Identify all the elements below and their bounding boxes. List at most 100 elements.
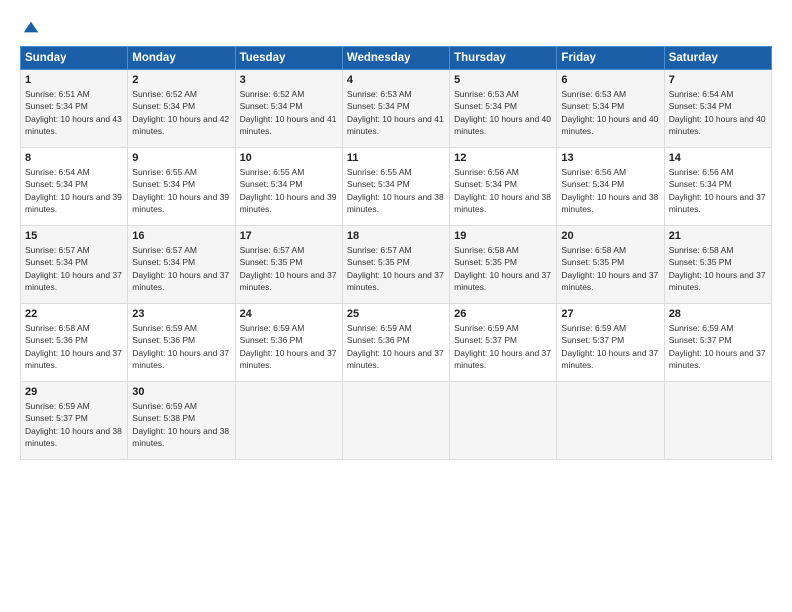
- day-number: 17: [240, 230, 338, 242]
- day-number: 1: [25, 74, 123, 86]
- day-number: 2: [132, 74, 230, 86]
- day-info: Sunrise: 6:59 AMSunset: 5:36 PMDaylight:…: [132, 323, 229, 370]
- calendar-cell: [664, 382, 771, 460]
- calendar-cell: 7 Sunrise: 6:54 AMSunset: 5:34 PMDaylight…: [664, 70, 771, 148]
- day-number: 20: [561, 230, 659, 242]
- day-number: 28: [669, 308, 767, 320]
- day-number: 27: [561, 308, 659, 320]
- day-info: Sunrise: 6:54 AMSunset: 5:34 PMDaylight:…: [25, 167, 122, 214]
- day-info: Sunrise: 6:51 AMSunset: 5:34 PMDaylight:…: [25, 89, 122, 136]
- day-info: Sunrise: 6:59 AMSunset: 5:36 PMDaylight:…: [240, 323, 337, 370]
- day-info: Sunrise: 6:58 AMSunset: 5:35 PMDaylight:…: [454, 245, 551, 292]
- day-number: 6: [561, 74, 659, 86]
- day-info: Sunrise: 6:57 AMSunset: 5:34 PMDaylight:…: [25, 245, 122, 292]
- weekday-header: Sunday: [21, 47, 128, 70]
- day-info: Sunrise: 6:58 AMSunset: 5:36 PMDaylight:…: [25, 323, 122, 370]
- calendar-week-row: 1 Sunrise: 6:51 AMSunset: 5:34 PMDaylight…: [21, 70, 772, 148]
- day-info: Sunrise: 6:58 AMSunset: 5:35 PMDaylight:…: [561, 245, 658, 292]
- calendar-header-row: SundayMondayTuesdayWednesdayThursdayFrid…: [21, 47, 772, 70]
- day-info: Sunrise: 6:52 AMSunset: 5:34 PMDaylight:…: [240, 89, 337, 136]
- calendar-cell: [450, 382, 557, 460]
- calendar-table: SundayMondayTuesdayWednesdayThursdayFrid…: [20, 46, 772, 460]
- weekday-header: Thursday: [450, 47, 557, 70]
- calendar-cell: 6 Sunrise: 6:53 AMSunset: 5:34 PMDaylight…: [557, 70, 664, 148]
- day-info: Sunrise: 6:55 AMSunset: 5:34 PMDaylight:…: [132, 167, 229, 214]
- calendar-cell: 18 Sunrise: 6:57 AMSunset: 5:35 PMDayligh…: [342, 226, 449, 304]
- calendar-cell: 9Sunrise: 6:55 AMSunset: 5:34 PMDaylight…: [128, 148, 235, 226]
- day-info: Sunrise: 6:56 AMSunset: 5:34 PMDaylight:…: [561, 167, 658, 214]
- day-number: 14: [669, 152, 767, 164]
- day-number: 3: [240, 74, 338, 86]
- weekday-header: Saturday: [664, 47, 771, 70]
- calendar-cell: 3 Sunrise: 6:52 AMSunset: 5:34 PMDaylight…: [235, 70, 342, 148]
- day-info: Sunrise: 6:59 AMSunset: 5:37 PMDaylight:…: [25, 401, 122, 448]
- day-info: Sunrise: 6:53 AMSunset: 5:34 PMDaylight:…: [347, 89, 444, 136]
- calendar-cell: 10 Sunrise: 6:55 AMSunset: 5:34 PMDayligh…: [235, 148, 342, 226]
- day-info: Sunrise: 6:56 AMSunset: 5:34 PMDaylight:…: [454, 167, 551, 214]
- day-info: Sunrise: 6:55 AMSunset: 5:34 PMDaylight:…: [240, 167, 337, 214]
- day-number: 12: [454, 152, 552, 164]
- calendar-body: 1 Sunrise: 6:51 AMSunset: 5:34 PMDaylight…: [21, 70, 772, 460]
- day-number: 11: [347, 152, 445, 164]
- day-info: Sunrise: 6:53 AMSunset: 5:34 PMDaylight:…: [561, 89, 658, 136]
- calendar-cell: 24 Sunrise: 6:59 AMSunset: 5:36 PMDayligh…: [235, 304, 342, 382]
- calendar-cell: 2 Sunrise: 6:52 AMSunset: 5:34 PMDaylight…: [128, 70, 235, 148]
- day-number: 18: [347, 230, 445, 242]
- day-number: 7: [669, 74, 767, 86]
- calendar-cell: 13Sunrise: 6:56 AMSunset: 5:34 PMDayligh…: [557, 148, 664, 226]
- day-number: 23: [132, 308, 230, 320]
- day-info: Sunrise: 6:53 AMSunset: 5:34 PMDaylight:…: [454, 89, 551, 136]
- weekday-header: Tuesday: [235, 47, 342, 70]
- day-number: 24: [240, 308, 338, 320]
- weekday-header: Monday: [128, 47, 235, 70]
- calendar-cell: 14Sunrise: 6:56 AMSunset: 5:34 PMDayligh…: [664, 148, 771, 226]
- calendar-cell: 5Sunrise: 6:53 AMSunset: 5:34 PMDaylight…: [450, 70, 557, 148]
- calendar-cell: 1 Sunrise: 6:51 AMSunset: 5:34 PMDaylight…: [21, 70, 128, 148]
- day-number: 26: [454, 308, 552, 320]
- day-info: Sunrise: 6:59 AMSunset: 5:37 PMDaylight:…: [454, 323, 551, 370]
- calendar-cell: 4 Sunrise: 6:53 AMSunset: 5:34 PMDaylight…: [342, 70, 449, 148]
- day-info: Sunrise: 6:59 AMSunset: 5:37 PMDaylight:…: [669, 323, 766, 370]
- day-number: 10: [240, 152, 338, 164]
- day-number: 4: [347, 74, 445, 86]
- day-info: Sunrise: 6:59 AMSunset: 5:37 PMDaylight:…: [561, 323, 658, 370]
- calendar-cell: 26 Sunrise: 6:59 AMSunset: 5:37 PMDayligh…: [450, 304, 557, 382]
- day-number: 8: [25, 152, 123, 164]
- calendar-week-row: 15 Sunrise: 6:57 AMSunset: 5:34 PMDayligh…: [21, 226, 772, 304]
- calendar-cell: [557, 382, 664, 460]
- calendar-week-row: 8 Sunrise: 6:54 AMSunset: 5:34 PMDaylight…: [21, 148, 772, 226]
- day-info: Sunrise: 6:59 AMSunset: 5:38 PMDaylight:…: [132, 401, 229, 448]
- day-number: 15: [25, 230, 123, 242]
- day-info: Sunrise: 6:57 AMSunset: 5:34 PMDaylight:…: [132, 245, 229, 292]
- page-header: [20, 18, 772, 36]
- day-info: Sunrise: 6:54 AMSunset: 5:34 PMDaylight:…: [669, 89, 766, 136]
- day-info: Sunrise: 6:52 AMSunset: 5:34 PMDaylight:…: [132, 89, 229, 136]
- calendar-cell: 22 Sunrise: 6:58 AMSunset: 5:36 PMDayligh…: [21, 304, 128, 382]
- day-number: 19: [454, 230, 552, 242]
- weekday-header: Friday: [557, 47, 664, 70]
- day-info: Sunrise: 6:55 AMSunset: 5:34 PMDaylight:…: [347, 167, 444, 214]
- calendar-cell: 20 Sunrise: 6:58 AMSunset: 5:35 PMDayligh…: [557, 226, 664, 304]
- day-number: 29: [25, 386, 123, 398]
- day-info: Sunrise: 6:57 AMSunset: 5:35 PMDaylight:…: [240, 245, 337, 292]
- calendar-cell: 16Sunrise: 6:57 AMSunset: 5:34 PMDayligh…: [128, 226, 235, 304]
- calendar-cell: 19 Sunrise: 6:58 AMSunset: 5:35 PMDayligh…: [450, 226, 557, 304]
- calendar-cell: 23 Sunrise: 6:59 AMSunset: 5:36 PMDayligh…: [128, 304, 235, 382]
- calendar-cell: 30 Sunrise: 6:59 AMSunset: 5:38 PMDayligh…: [128, 382, 235, 460]
- calendar-cell: 12 Sunrise: 6:56 AMSunset: 5:34 PMDayligh…: [450, 148, 557, 226]
- calendar-cell: 8 Sunrise: 6:54 AMSunset: 5:34 PMDaylight…: [21, 148, 128, 226]
- calendar-week-row: 29 Sunrise: 6:59 AMSunset: 5:37 PMDayligh…: [21, 382, 772, 460]
- weekday-header: Wednesday: [342, 47, 449, 70]
- logo-icon: [22, 18, 40, 36]
- calendar-cell: [235, 382, 342, 460]
- calendar-cell: 17 Sunrise: 6:57 AMSunset: 5:35 PMDayligh…: [235, 226, 342, 304]
- day-number: 22: [25, 308, 123, 320]
- calendar-cell: 21Sunrise: 6:58 AMSunset: 5:35 PMDayligh…: [664, 226, 771, 304]
- calendar-cell: 29 Sunrise: 6:59 AMSunset: 5:37 PMDayligh…: [21, 382, 128, 460]
- calendar-cell: 28 Sunrise: 6:59 AMSunset: 5:37 PMDayligh…: [664, 304, 771, 382]
- day-info: Sunrise: 6:59 AMSunset: 5:36 PMDaylight:…: [347, 323, 444, 370]
- day-info: Sunrise: 6:57 AMSunset: 5:35 PMDaylight:…: [347, 245, 444, 292]
- calendar-cell: [342, 382, 449, 460]
- logo: [20, 18, 40, 36]
- day-number: 30: [132, 386, 230, 398]
